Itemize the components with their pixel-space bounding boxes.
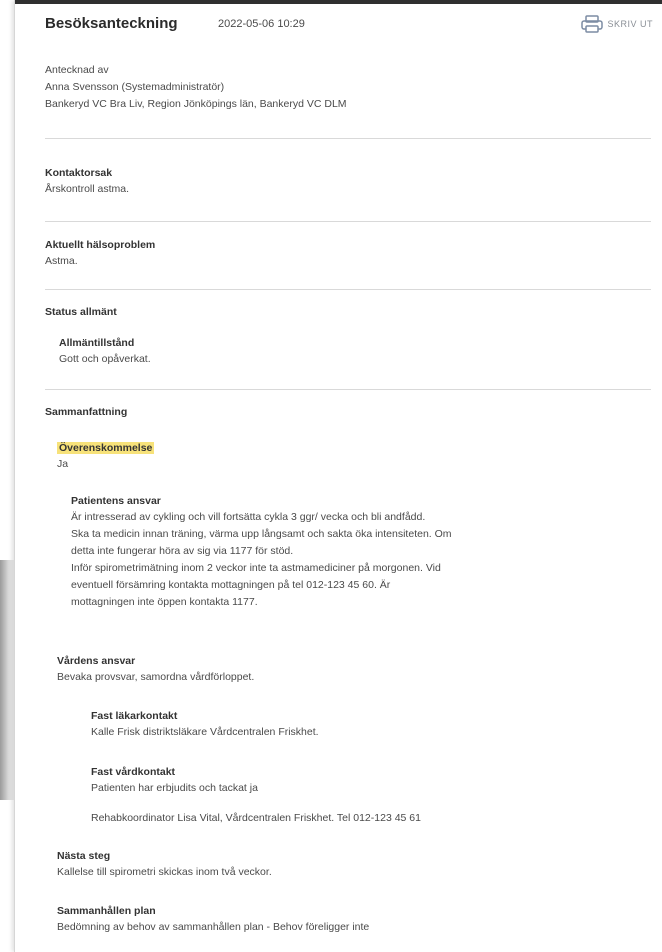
next-step-value: Kallelse till spirometri skickas inom tv…	[57, 866, 272, 878]
divider	[45, 138, 651, 139]
visit-note-card: Besöksanteckning 2022-05-06 10:29 SKRIV …	[14, 0, 662, 952]
contact-reason-section: Kontaktorsak Årskontroll astma.	[45, 165, 651, 197]
general-condition: Allmäntillstånd Gott och opåverkat.	[59, 335, 651, 368]
summary-section: Sammanfattning	[45, 404, 651, 420]
status-label: Status allmänt	[45, 306, 117, 318]
coordinated-plan: Sammanhållen plan Bedömning av behov av …	[57, 903, 651, 936]
contact-reason-value: Årskontroll astma.	[45, 183, 130, 195]
general-condition-value: Gott och opåverkat.	[59, 353, 151, 365]
coordinated-plan-label: Sammanhållen plan	[57, 905, 156, 917]
print-label: SKRIV UT	[607, 19, 653, 29]
next-step: Nästa steg Kallelse till spirometri skic…	[57, 848, 651, 881]
agreement-value: Ja	[57, 458, 69, 470]
general-condition-label: Allmäntillstånd	[59, 337, 135, 349]
status-section: Status allmänt	[45, 304, 651, 320]
page-title: Besöksanteckning	[45, 15, 178, 32]
care-responsibility-value: Bevaka provsvar, samordna vårdförloppet.	[57, 671, 255, 683]
patient-responsibility-line: eventuell försämring kontakta mottagning…	[71, 579, 391, 591]
divider	[45, 221, 651, 222]
patient-responsibility-line: mottagningen inte öppen kontakta 1177.	[71, 596, 258, 608]
note-timestamp: 2022-05-06 10:29	[218, 18, 305, 30]
agreement-label: Överenskommelse	[57, 442, 155, 454]
care-contact: Fast vårdkontakt Patienten har erbjudits…	[91, 764, 651, 797]
author-label: Antecknad av	[45, 64, 109, 76]
rehab-coordinator: Rehabkoordinator Lisa Vital, Vårdcentral…	[91, 812, 421, 824]
care-responsibility-label: Vårdens ansvar	[57, 655, 136, 667]
care-contact-value: Patienten har erbjudits och tackat ja	[91, 782, 258, 794]
patient-responsibility-line: Är intresserad av cykling och vill forts…	[71, 511, 426, 523]
agreement: Överenskommelse Ja	[57, 440, 651, 473]
patient-responsibility-line: Ska ta medicin innan träning, värma upp …	[71, 528, 452, 540]
health-problem-section: Aktuellt hälsoproblem Astma.	[45, 237, 651, 269]
divider	[45, 289, 651, 290]
health-problem-label: Aktuellt hälsoproblem	[45, 239, 156, 251]
contact-reason-label: Kontaktorsak	[45, 167, 113, 179]
note-header: Besöksanteckning 2022-05-06 10:29 SKRIV …	[45, 15, 662, 37]
summary-label: Sammanfattning	[45, 406, 128, 418]
background-shadow	[0, 560, 14, 800]
author-unit: Bankeryd VC Bra Liv, Region Jönköpings l…	[45, 98, 347, 110]
top-border	[15, 0, 662, 4]
care-responsibility: Vårdens ansvar Bevaka provsvar, samordna…	[57, 653, 651, 686]
health-problem-value: Astma.	[45, 255, 78, 267]
patient-responsibility-line: Inför spirometrimätning inom 2 veckor in…	[71, 562, 441, 574]
print-button[interactable]: SKRIV UT	[581, 15, 653, 33]
patient-responsibility: Patientens ansvar Är intresserad av cykl…	[71, 493, 651, 611]
doctor-contact: Fast läkarkontakt Kalle Frisk distriktsl…	[91, 708, 651, 741]
doctor-contact-label: Fast läkarkontakt	[91, 710, 178, 722]
next-step-label: Nästa steg	[57, 850, 111, 862]
author-section: Antecknad av Anna Svensson (Systemadmini…	[45, 62, 651, 113]
doctor-contact-value: Kalle Frisk distriktsläkare Vårdcentrale…	[91, 726, 319, 738]
author-name: Anna Svensson (Systemadministratör)	[45, 81, 225, 93]
patient-responsibility-line: detta inte fungerar höra av sig via 1177…	[71, 545, 294, 557]
coordinated-plan-value: Bedömning av behov av sammanhållen plan …	[57, 921, 370, 933]
patient-responsibility-label: Patientens ansvar	[71, 495, 161, 507]
printer-icon	[581, 15, 604, 33]
divider	[45, 389, 651, 390]
care-contact-label: Fast vårdkontakt	[91, 766, 176, 778]
